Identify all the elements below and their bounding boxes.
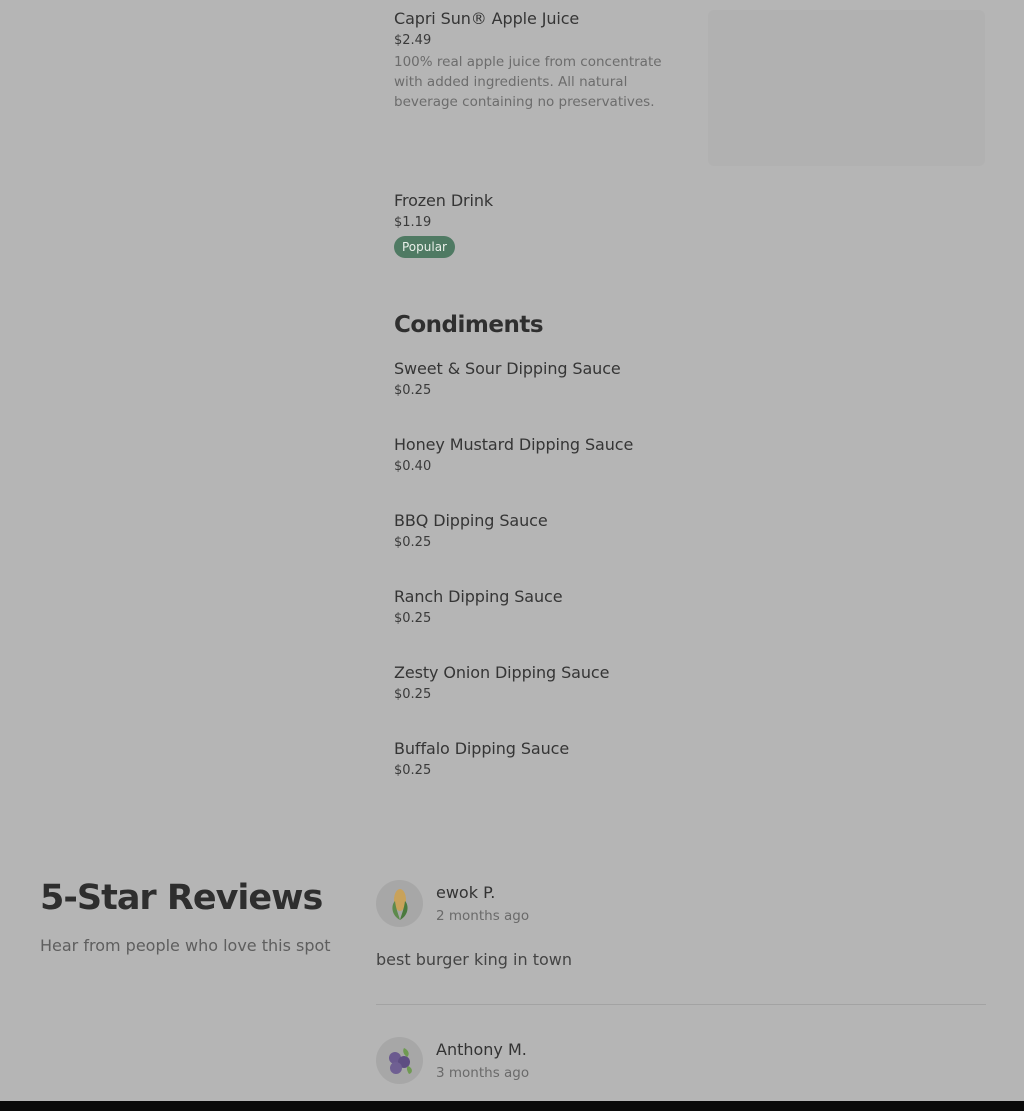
menu-item[interactable]: Buffalo Dipping Sauce $0.25: [394, 739, 569, 778]
menu-item[interactable]: BBQ Dipping Sauce $0.25: [394, 511, 548, 550]
menu-item[interactable]: Honey Mustard Dipping Sauce $0.40: [394, 435, 633, 474]
reviews-title: 5-Star Reviews: [40, 878, 323, 918]
item-price: $0.25: [394, 687, 432, 702]
item-name: Sweet & Sour Dipping Sauce: [394, 359, 621, 378]
review-time: 2 months ago: [436, 908, 530, 924]
item-price: $1.19: [394, 215, 432, 230]
reviewer-name: Anthony M.: [436, 1040, 527, 1059]
section-title: Condiments: [394, 312, 544, 338]
item-price: $0.25: [394, 535, 432, 550]
corn-icon: [376, 880, 423, 927]
item-price: $0.25: [394, 763, 432, 778]
item-price: $0.40: [394, 459, 432, 474]
reviews-subtitle: Hear from people who love this spot: [40, 936, 331, 955]
item-description: 100% real apple juice from concentrate w…: [394, 54, 662, 110]
menu-item[interactable]: Sweet & Sour Dipping Sauce $0.25: [394, 359, 621, 398]
bottom-bar: [0, 1101, 1024, 1111]
item-name: Frozen Drink: [394, 191, 494, 210]
item-price: $2.49: [394, 33, 432, 48]
menu-item[interactable]: Frozen Drink $1.19 Popular: [394, 191, 493, 258]
menu-item[interactable]: Ranch Dipping Sauce $0.25: [394, 587, 563, 626]
item-name: Honey Mustard Dipping Sauce: [394, 435, 634, 454]
item-name: Capri Sun® Apple Juice: [394, 9, 580, 28]
item-name: Zesty Onion Dipping Sauce: [394, 663, 610, 682]
item-image[interactable]: [708, 10, 985, 166]
menu-item[interactable]: Capri Sun® Apple Juice $2.49 100% real a…: [394, 9, 684, 112]
item-price: $0.25: [394, 611, 432, 626]
review-text: best burger king in town: [376, 950, 573, 969]
blueberry-icon: [376, 1037, 423, 1084]
divider: [376, 1004, 986, 1005]
item-price: $0.25: [394, 383, 432, 398]
menu-item[interactable]: Zesty Onion Dipping Sauce $0.25: [394, 663, 609, 702]
reviewer-name: ewok P.: [436, 883, 496, 902]
popular-badge: Popular: [394, 236, 455, 258]
review-time: 3 months ago: [436, 1065, 530, 1081]
item-name: Ranch Dipping Sauce: [394, 587, 563, 606]
item-name: Buffalo Dipping Sauce: [394, 739, 570, 758]
item-name: BBQ Dipping Sauce: [394, 511, 548, 530]
